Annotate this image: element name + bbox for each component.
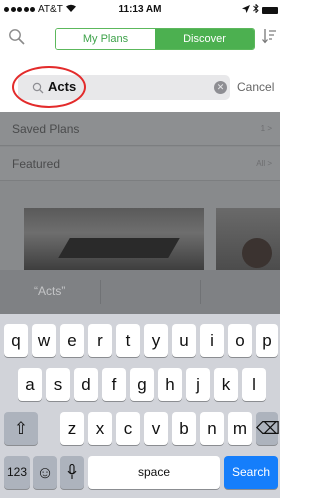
key-a[interactable]: a: [18, 368, 42, 401]
microphone-icon[interactable]: [60, 456, 84, 489]
tab-discover[interactable]: Discover: [155, 29, 254, 49]
key-o[interactable]: o: [228, 324, 252, 357]
cancel-button[interactable]: Cancel: [237, 80, 274, 94]
shift-key[interactable]: ⇧: [4, 412, 38, 445]
highlight-circle: [12, 66, 86, 108]
featured-image-dock[interactable]: [24, 208, 204, 270]
search-icon[interactable]: [8, 28, 28, 48]
delete-key[interactable]: ⌫: [256, 412, 280, 445]
key-z[interactable]: z: [60, 412, 84, 445]
saved-plans-count: 1 >: [260, 124, 272, 133]
space-key[interactable]: space: [88, 456, 220, 489]
key-f[interactable]: f: [102, 368, 126, 401]
featured-image-girl[interactable]: [216, 208, 280, 270]
key-r[interactable]: r: [88, 324, 112, 357]
status-time: 11:13 AM: [118, 4, 162, 15]
featured-label: Featured: [12, 157, 61, 171]
key-d[interactable]: d: [74, 368, 98, 401]
numbers-key[interactable]: 123: [4, 456, 30, 489]
key-u[interactable]: u: [172, 324, 196, 357]
key-k[interactable]: k: [214, 368, 238, 401]
key-t[interactable]: t: [116, 324, 140, 357]
key-y[interactable]: y: [144, 324, 168, 357]
key-n[interactable]: n: [200, 412, 224, 445]
key-w[interactable]: w: [32, 324, 56, 357]
suggestion-item[interactable]: “Acts”: [34, 284, 65, 298]
saved-plans-label: Saved Plans: [12, 122, 80, 136]
key-c[interactable]: c: [116, 412, 140, 445]
key-i[interactable]: i: [200, 324, 224, 357]
search-key[interactable]: Search: [224, 456, 278, 489]
key-b[interactable]: b: [172, 412, 196, 445]
key-e[interactable]: e: [60, 324, 84, 357]
key-h[interactable]: h: [158, 368, 182, 401]
key-l[interactable]: l: [242, 368, 266, 401]
plans-segmented-control: My Plans Discover: [55, 28, 255, 50]
suggestion-bar: “Acts”: [0, 270, 280, 314]
suggestion-divider: [100, 280, 101, 304]
dimmed-content: Saved Plans 1 > Featured All >: [0, 112, 280, 270]
filter-icon[interactable]: [262, 28, 276, 47]
key-q[interactable]: q: [4, 324, 28, 357]
key-v[interactable]: v: [144, 412, 168, 445]
key-p[interactable]: p: [256, 324, 278, 357]
key-j[interactable]: j: [186, 368, 210, 401]
status-bar: AT&T 11:13 AM: [0, 0, 280, 20]
key-g[interactable]: g: [130, 368, 154, 401]
key-x[interactable]: x: [88, 412, 112, 445]
key-s[interactable]: s: [46, 368, 70, 401]
keyboard: q w e r t y u i o p a s d f g h j k l ⇧ …: [0, 314, 280, 498]
status-right: [242, 3, 278, 16]
emoji-icon[interactable]: ☺: [33, 456, 57, 489]
featured-all-link: All >: [256, 159, 272, 168]
list-item-saved-plans[interactable]: Saved Plans 1 >: [0, 112, 280, 146]
suggestion-divider: [200, 280, 201, 304]
list-item-featured[interactable]: Featured All >: [0, 147, 280, 181]
nav-bar: My Plans Discover: [0, 22, 280, 56]
tab-my-plans[interactable]: My Plans: [56, 29, 155, 49]
key-m[interactable]: m: [228, 412, 252, 445]
clear-icon[interactable]: ✕: [214, 81, 227, 94]
location-icon: [242, 4, 250, 16]
bluetooth-icon: [253, 3, 259, 16]
battery-icon: [262, 6, 278, 14]
